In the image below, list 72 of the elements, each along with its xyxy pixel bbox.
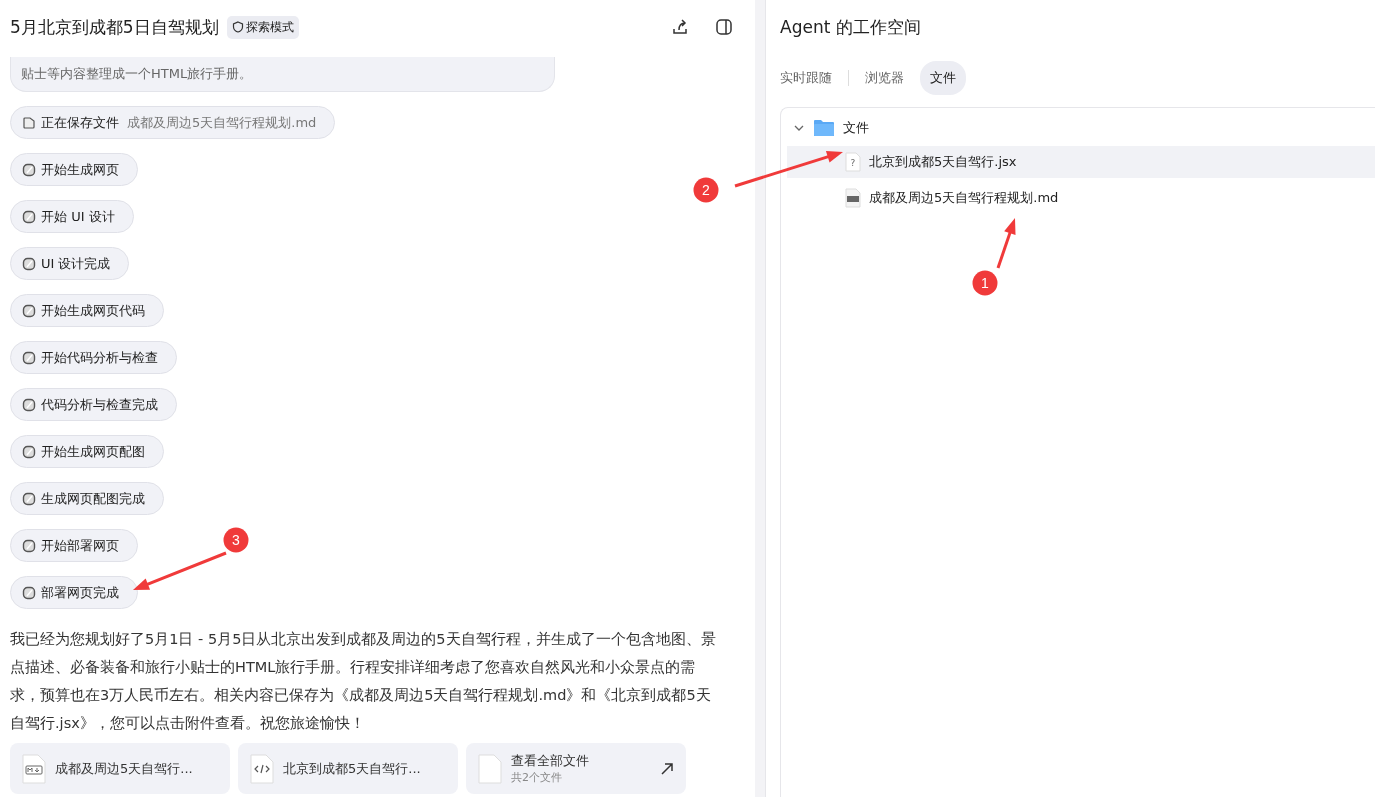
annotation-badge <box>693 177 719 203</box>
step-chip[interactable]: 开始生成网页 <box>10 153 138 186</box>
step-label: 开始生成网页代码 <box>41 301 145 320</box>
step-icon <box>22 256 36 271</box>
step-icon <box>22 538 36 553</box>
step-label: 开始 UI 设计 <box>41 207 115 226</box>
unknown-file-icon: ? <box>845 152 861 172</box>
reply-text: 我已经为您规划好了5月1日 - 5月5日从北京出发到成都及周边的5天自驾行程，并生成了一个包含地图、景点描述、必备装备和旅行小贴士的HTML旅行手册。行程安排详细考虑了您喜欢自然风光和小众景点的需求，预算也在3万人民币左右。相关内容已保存为《成都及周边5天自驾行程规划.md》和《北京到成都5天自驾行.jsx》，您可以点击附件查看。祝您旅途愉快！ <box>10 630 717 733</box>
step-label: 开始部署网页 <box>41 536 119 555</box>
step-chip[interactable]: 生成网页配图完成 <box>10 482 164 515</box>
step-label: 正在保存文件 <box>41 113 119 132</box>
step-icon <box>22 162 36 177</box>
annotation-number: 2 <box>702 182 710 198</box>
step-chip[interactable]: UI 设计完成 <box>10 247 130 280</box>
step-label: 开始代码分析与检查 <box>41 348 158 367</box>
step-icon <box>22 585 36 600</box>
panel-toggle-icon[interactable] <box>715 18 733 36</box>
file-icon <box>478 753 502 784</box>
annotation-badge <box>223 527 249 553</box>
step-label: 部署网页完成 <box>41 583 119 602</box>
markdown-file-icon <box>22 753 46 784</box>
step-icon <box>22 350 36 365</box>
step-chip[interactable]: 开始生成网页配图 <box>10 435 164 468</box>
file-icon <box>22 115 36 130</box>
markdown-file-icon <box>845 188 861 208</box>
arrow-up-right-icon <box>660 761 674 776</box>
file-row[interactable]: ? 北京到成都5天自驾行.jsx <box>787 146 1375 178</box>
attachment-name: 成都及周边5天自驾行... <box>55 759 193 778</box>
attachment-card[interactable]: 北京到成都5天自驾行... <box>238 743 458 794</box>
message-text: 贴士等内容整理成一个HTML旅行手册。 <box>21 66 253 81</box>
step-chip[interactable]: 代码分析与检查完成 <box>10 388 177 421</box>
workspace-tab[interactable]: 文件 <box>920 61 966 95</box>
step-icon <box>22 303 36 318</box>
mode-label: 探索模式 <box>245 18 294 36</box>
step-label: 开始生成网页配图 <box>41 442 145 461</box>
step-chip[interactable]: 开始生成网页代码 <box>10 294 164 327</box>
file-name: 成都及周边5天自驾行程规划.md <box>869 189 1059 207</box>
attachment-card[interactable]: 查看全部文件 共2个文件 <box>466 743 686 794</box>
step-chip[interactable]: 开始 UI 设计 <box>10 200 134 233</box>
step-icon <box>22 444 36 459</box>
share-icon[interactable] <box>671 18 689 36</box>
file-count: 共2个文件 <box>511 770 563 785</box>
file-row[interactable]: 成都及周边5天自驾行程规划.md <box>787 182 1375 214</box>
step-file-name: 成都及周边5天自驾行程规划.md <box>127 113 317 132</box>
annotation-badge <box>972 270 998 296</box>
step-label: 生成网页配图完成 <box>41 489 145 508</box>
folder-icon <box>813 119 835 137</box>
step-chip[interactable]: 开始部署网页 <box>10 529 138 562</box>
annotation-number: 3 <box>232 532 240 548</box>
file-name: 北京到成都5天自驾行.jsx <box>869 153 1017 171</box>
attachment-name: 北京到成都5天自驾行... <box>283 759 421 778</box>
step-label: UI 设计完成 <box>41 254 111 273</box>
attachment-card[interactable]: 成都及周边5天自驾行... <box>10 743 230 794</box>
workspace-tab[interactable]: 实时跟随 <box>780 61 842 95</box>
step-label: 代码分析与检查完成 <box>41 395 158 414</box>
chat-title: 5月北京到成都5日自驾规划 <box>10 15 219 39</box>
step-chip[interactable]: 开始代码分析与检查 <box>10 341 177 374</box>
folder-name: 文件 <box>843 119 869 137</box>
annotation-arrow <box>996 218 1016 269</box>
attachment-name: 查看全部文件 <box>511 752 590 770</box>
saving-step-chip[interactable]: 正在保存文件 成都及周边5天自驾行程规划.md <box>10 106 336 139</box>
folder-row[interactable]: 文件 <box>787 114 1375 142</box>
shield-icon <box>231 21 244 33</box>
step-icon <box>22 397 36 412</box>
code-file-icon <box>250 753 274 784</box>
step-icon <box>22 209 36 224</box>
step-chip[interactable]: 部署网页完成 <box>10 576 138 609</box>
step-label: 开始生成网页 <box>41 160 119 179</box>
workspace-tab[interactable]: 浏览器 <box>855 61 914 95</box>
workspace-title: Agent 的工作空间 <box>780 16 922 39</box>
annotation-number: 1 <box>981 275 989 291</box>
step-icon <box>22 491 36 506</box>
